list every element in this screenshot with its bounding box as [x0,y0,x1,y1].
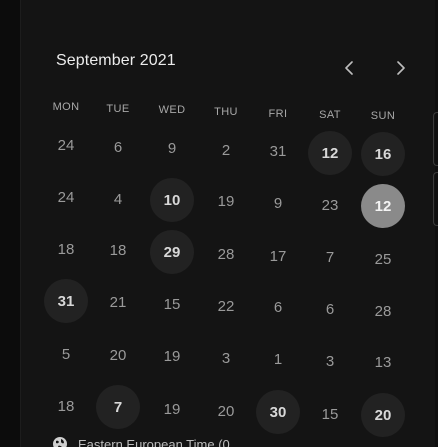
right-side-tab[interactable] [433,112,438,166]
calendar-day[interactable]: 15 [308,392,352,436]
weekday-label: SAT [319,109,341,121]
available-day[interactable]: 16 [361,132,405,176]
chevron-left-icon [345,61,353,75]
calendar-day[interactable]: 6 [308,287,352,331]
calendar-day[interactable]: 18 [44,227,88,271]
calendar-day[interactable]: 3 [308,339,352,383]
available-day[interactable]: 12 [308,131,352,175]
calendar-day[interactable]: 31 [256,129,300,173]
calendar-day[interactable]: 15 [150,282,194,326]
calendar-day[interactable]: 6 [96,125,140,169]
prev-month-button[interactable] [338,56,360,80]
calendar-day[interactable]: 25 [361,237,405,281]
next-month-button[interactable] [390,56,412,80]
calendar-day[interactable]: 2 [204,128,248,172]
weekday-label: SUN [370,110,396,122]
calendar-day[interactable]: 19 [150,387,194,431]
timezone-selector[interactable]: Eastern European Time (0... [52,436,241,447]
calendar-day[interactable]: 7 [308,235,352,279]
calendar-day[interactable]: 19 [204,179,248,223]
calendar-day[interactable]: 20 [96,333,140,377]
left-panel-edge [0,0,21,447]
calendar-day[interactable]: 24 [44,175,88,219]
globe-icon [53,437,67,447]
weekday-label: FRI [268,108,288,120]
month-title: September 2021 [56,52,176,69]
available-day[interactable]: 10 [150,178,194,222]
calendar-day[interactable]: 6 [256,285,300,329]
calendar-day[interactable]: 28 [361,289,405,333]
chevron-right-icon [397,61,405,75]
calendar-day[interactable]: 5 [44,332,88,376]
calendar-day[interactable]: 18 [96,228,140,272]
weekday-label: TUE [106,103,130,115]
calendar-day[interactable]: 1 [256,337,300,381]
available-day[interactable]: 30 [256,390,300,434]
selected-day[interactable]: 12 [361,184,405,228]
weekday-label: MON [52,101,80,113]
available-day[interactable]: 31 [44,279,88,323]
calendar-day[interactable]: 22 [204,284,248,328]
calendar-panel: September 2021 Eastern European Time (0.… [0,0,438,447]
calendar-day[interactable]: 28 [204,232,248,276]
right-side-tab[interactable] [433,172,438,226]
calendar-day[interactable]: 24 [44,123,88,167]
calendar-day[interactable]: 19 [150,334,194,378]
available-day[interactable]: 20 [361,393,405,437]
calendar-day[interactable]: 20 [204,389,248,433]
weekday-label: WED [158,104,186,116]
calendar-day[interactable]: 3 [204,336,248,380]
calendar-day[interactable]: 9 [150,126,194,170]
calendar-day[interactable]: 4 [96,177,140,221]
calendar-day[interactable]: 17 [256,234,300,278]
calendar-day[interactable]: 21 [96,280,140,324]
calendar-day[interactable]: 18 [44,384,88,428]
available-day[interactable]: 7 [96,385,140,429]
calendar-day[interactable]: 13 [361,340,405,384]
calendar-day[interactable]: 23 [308,183,352,227]
calendar-day[interactable]: 9 [256,181,300,225]
timezone-label: Eastern European Time (0... [78,436,241,447]
available-day[interactable]: 29 [150,230,194,274]
weekday-label: THU [214,106,238,118]
